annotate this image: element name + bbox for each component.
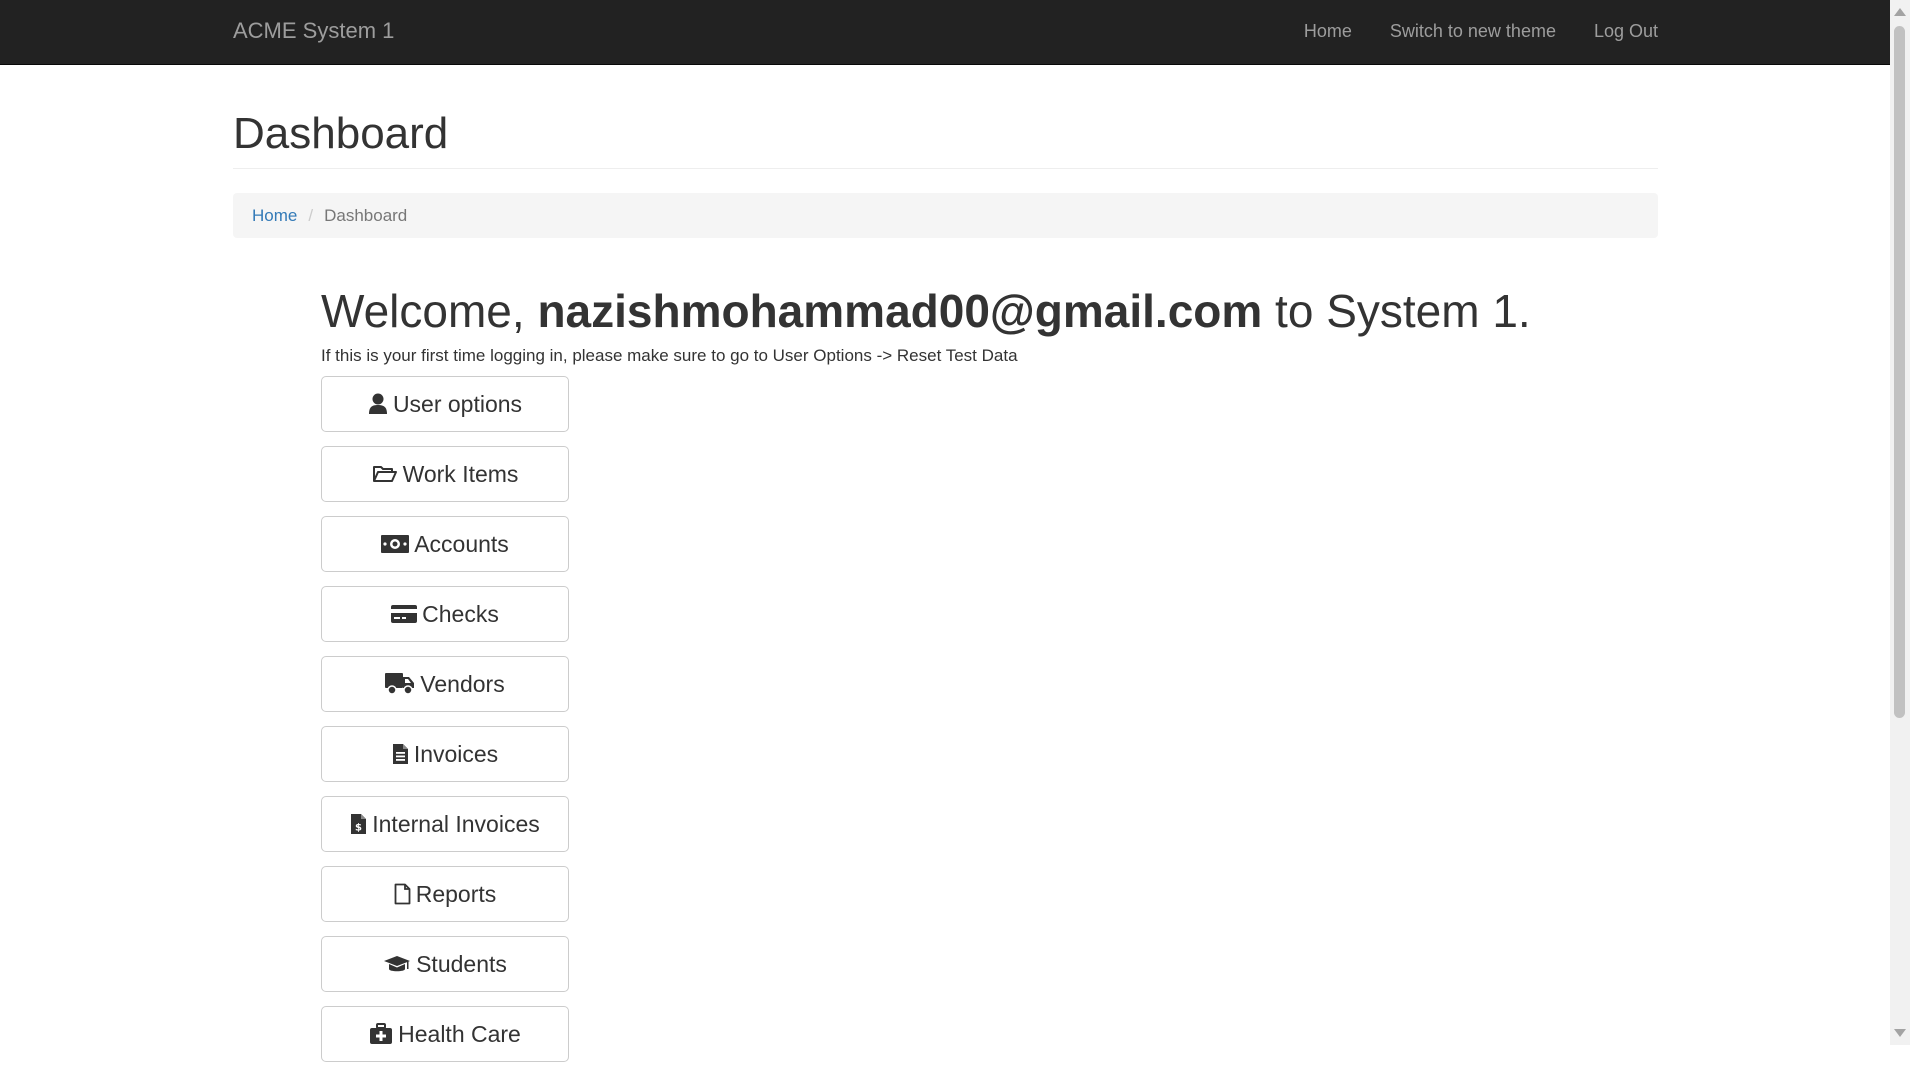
work-items-button[interactable]: Work Items bbox=[321, 446, 569, 502]
brand-link[interactable]: ACME System 1 bbox=[233, 0, 394, 64]
graduation-cap-icon bbox=[383, 954, 411, 974]
file-invoice-dollar-icon: $ bbox=[350, 813, 367, 835]
scrollbar-thumb[interactable] bbox=[1894, 26, 1905, 718]
first-login-note: If this is your first time logging in, p… bbox=[321, 346, 1018, 365]
folder-open-icon bbox=[372, 464, 398, 484]
svg-text:$: $ bbox=[355, 823, 362, 834]
checks-label: Checks bbox=[422, 600, 499, 627]
nav-home-link[interactable]: Home bbox=[1285, 0, 1371, 64]
credit-card-icon bbox=[391, 604, 418, 624]
work-items-label: Work Items bbox=[402, 460, 519, 487]
nav-logout-link[interactable]: Log Out bbox=[1575, 0, 1658, 64]
truck-icon bbox=[385, 673, 415, 695]
money-icon bbox=[381, 535, 410, 553]
breadcrumb-current: Dashboard bbox=[324, 206, 408, 225]
accounts-button[interactable]: Accounts bbox=[321, 516, 569, 572]
invoices-button[interactable]: Invoices bbox=[321, 726, 569, 782]
checks-button[interactable]: Checks bbox=[321, 586, 569, 642]
nav-switch-theme-link[interactable]: Switch to new theme bbox=[1371, 0, 1575, 64]
invoices-label: Invoices bbox=[413, 740, 499, 767]
user-options-button[interactable]: User options bbox=[321, 376, 569, 432]
reports-label: Reports bbox=[415, 880, 497, 907]
dashboard-content: Welcome, nazishmohammad00@gmail.com to S… bbox=[321, 286, 1658, 1062]
welcome-suffix: to System 1. bbox=[1262, 285, 1531, 337]
user-icon bbox=[368, 393, 388, 415]
file-text-icon bbox=[392, 743, 409, 765]
page-header: Dashboard bbox=[233, 110, 1658, 169]
students-label: Students bbox=[416, 950, 507, 977]
vendors-label: Vendors bbox=[420, 670, 505, 697]
breadcrumb-home-link[interactable]: Home bbox=[252, 206, 297, 225]
medkit-icon bbox=[369, 1023, 393, 1045]
vertical-scrollbar[interactable] bbox=[1890, 0, 1910, 1045]
main-container: Dashboard Home / Dashboard Welcome, nazish… bbox=[233, 64, 1658, 1076]
user-options-label: User options bbox=[392, 390, 523, 417]
accounts-label: Accounts bbox=[414, 530, 509, 557]
vendors-button[interactable]: Vendors bbox=[321, 656, 569, 712]
students-button[interactable]: Students bbox=[321, 936, 569, 992]
welcome-prefix: Welcome, bbox=[321, 285, 538, 337]
navbar-links: Home Switch to new theme Log Out bbox=[1285, 0, 1658, 64]
breadcrumb: Home / Dashboard bbox=[233, 193, 1658, 238]
welcome-heading: Welcome, nazishmohammad00@gmail.com to S… bbox=[321, 286, 1658, 336]
top-navbar: ACME System 1 Home Switch to new theme L… bbox=[0, 0, 1890, 65]
welcome-user: nazishmohammad00@gmail.com bbox=[537, 285, 1263, 337]
scroll-down-arrow[interactable] bbox=[1894, 1029, 1906, 1037]
page-title: Dashboard bbox=[233, 109, 449, 158]
internal-invoices-label: Internal Invoices bbox=[372, 810, 540, 837]
breadcrumb-separator: / bbox=[308, 206, 314, 225]
file-icon bbox=[394, 883, 411, 905]
health-care-label: Health Care bbox=[398, 1020, 521, 1047]
health-care-button[interactable]: Health Care bbox=[321, 1006, 569, 1062]
reports-button[interactable]: Reports bbox=[321, 866, 569, 922]
internal-invoices-button[interactable]: $ Internal Invoices bbox=[321, 796, 569, 852]
scroll-up-arrow[interactable] bbox=[1894, 8, 1906, 16]
